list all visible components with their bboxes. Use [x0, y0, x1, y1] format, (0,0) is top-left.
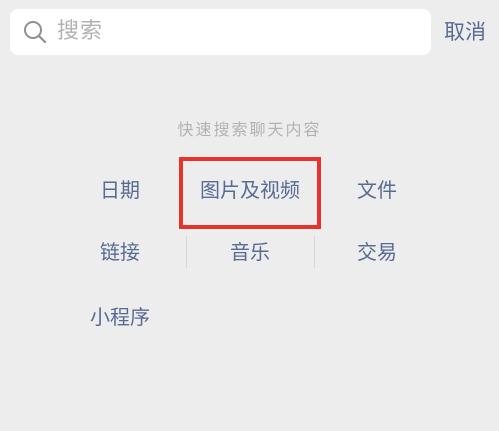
cancel-button[interactable]: 取消: [444, 9, 486, 55]
column-divider: [186, 236, 187, 268]
category-transactions[interactable]: 交易: [317, 240, 437, 264]
highlight-box: [179, 157, 321, 229]
category-date[interactable]: 日期: [60, 178, 180, 202]
search-placeholder: 搜索: [57, 19, 104, 44]
search-input[interactable]: 搜索: [10, 9, 431, 55]
column-divider: [314, 236, 315, 268]
category-links[interactable]: 链接: [60, 240, 180, 264]
category-mini-programs[interactable]: 小程序: [60, 305, 180, 329]
category-music[interactable]: 音乐: [188, 240, 312, 264]
category-files[interactable]: 文件: [317, 178, 437, 202]
quick-search-title: 快速搜索聊天内容: [177, 120, 322, 139]
search-icon: [23, 20, 47, 44]
